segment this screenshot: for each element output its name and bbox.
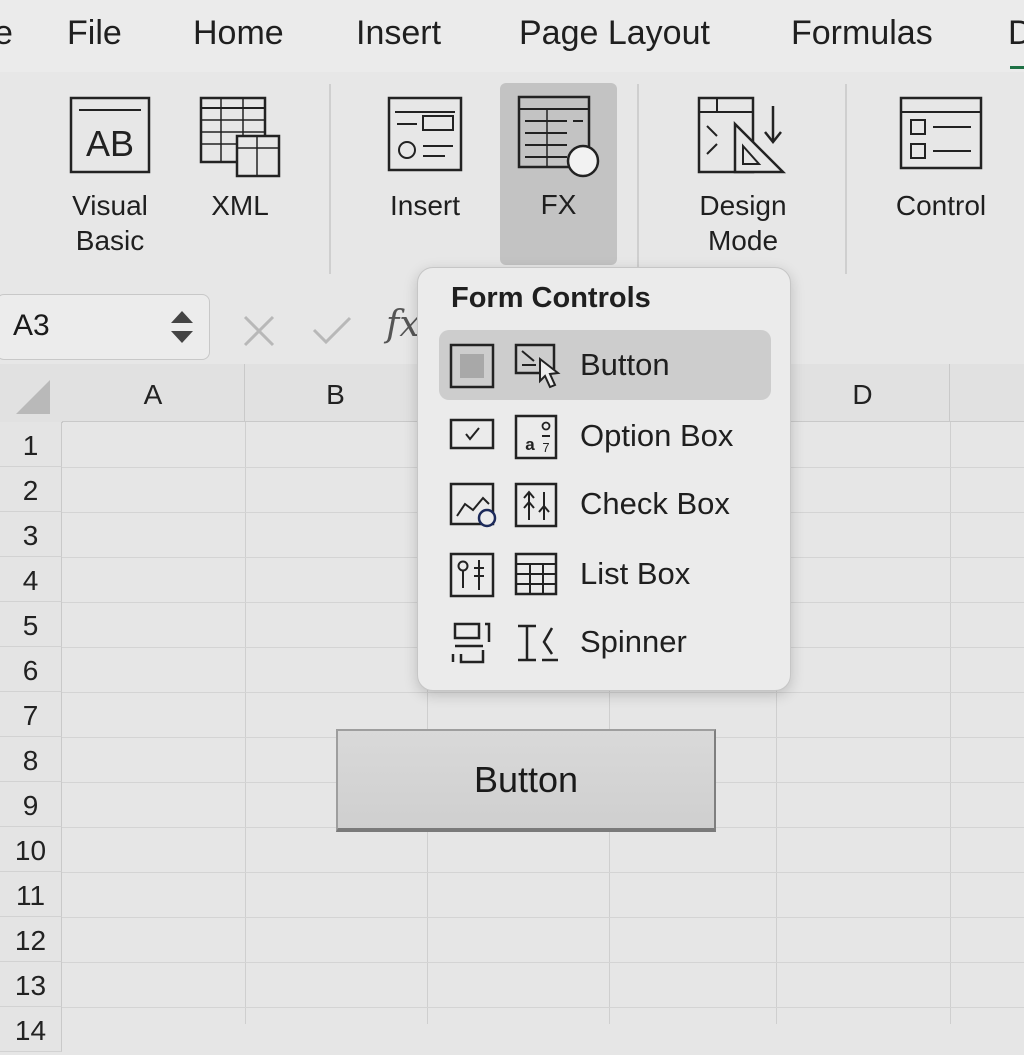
column-header-a[interactable]: A xyxy=(62,364,245,422)
tab-page-layout[interactable]: Page Layout xyxy=(519,14,710,53)
xml-button[interactable]: XML xyxy=(190,84,290,264)
up-down-arrows-icon[interactable] xyxy=(167,307,197,347)
row-header[interactable]: 11 xyxy=(0,872,62,917)
select-all-corner[interactable] xyxy=(0,364,63,423)
insert-controls-icon xyxy=(387,96,463,172)
cursor-select-icon xyxy=(514,343,561,389)
chart-circle-icon xyxy=(449,482,497,528)
visual-basic-button[interactable]: AB Visual Basic xyxy=(50,84,170,264)
ribbon-separator xyxy=(329,84,331,274)
grid-line xyxy=(62,962,1024,963)
slider-pins-icon xyxy=(449,552,495,598)
tab-formulas[interactable]: Formulas xyxy=(791,14,933,53)
ribbon: AB Visual Basic XML Insert FX Design Mod… xyxy=(0,72,1024,293)
menu-item-label: List Box xyxy=(580,556,691,591)
row-header[interactable]: 1 xyxy=(0,422,62,467)
table-grid-icon xyxy=(514,552,558,596)
control-button[interactable]: Control xyxy=(880,84,1002,264)
grid-line xyxy=(62,872,1024,873)
design-mode-icon xyxy=(697,96,787,174)
arrows-up-icon xyxy=(514,482,558,528)
row-header[interactable]: 6 xyxy=(0,647,62,692)
row-header[interactable]: 8 xyxy=(0,737,62,782)
frame-brackets-icon xyxy=(451,622,491,664)
column-header-d[interactable]: D xyxy=(776,364,950,422)
row-header[interactable]: 2 xyxy=(0,467,62,512)
menu-bar: e File Home Insert Page Layout Formulas … xyxy=(0,0,1024,72)
design-mode-label: Design Mode xyxy=(699,190,787,256)
menu-item-spinner[interactable]: Spinner xyxy=(439,607,771,677)
row-header[interactable]: 12 xyxy=(0,917,62,962)
tab-insert[interactable]: Insert xyxy=(356,14,441,53)
row-header[interactable]: 14 xyxy=(0,1007,62,1052)
menu-item-label: Check Box xyxy=(580,486,730,521)
menu-item-label: Button xyxy=(580,347,670,382)
option-figure-icon: a 7 xyxy=(514,414,558,460)
visual-basic-label: Visual Basic xyxy=(72,190,148,256)
text-bracket-icon xyxy=(518,624,558,662)
svg-text:AB: AB xyxy=(86,123,134,164)
xml-icon xyxy=(199,96,281,178)
row-header[interactable]: 5 xyxy=(0,602,62,647)
active-tab-indicator xyxy=(1010,66,1024,69)
grid-line xyxy=(62,917,1024,918)
menu-item-button[interactable]: Button xyxy=(439,330,771,400)
enter-check-icon[interactable] xyxy=(310,312,354,350)
row-header[interactable]: 13 xyxy=(0,962,62,1007)
fx-label: FX xyxy=(540,189,577,220)
insert-controls-button[interactable]: Insert xyxy=(370,84,480,264)
menu-item-check-box[interactable]: Check Box xyxy=(439,469,771,539)
cancel-icon[interactable] xyxy=(240,312,278,350)
svg-text:7: 7 xyxy=(542,440,549,455)
menu-item-label: Spinner xyxy=(580,624,687,659)
sheet-form-button[interactable]: Button xyxy=(336,729,716,832)
select-all-triangle-icon xyxy=(16,380,50,414)
insert-function-label[interactable]: fx xyxy=(386,304,420,345)
ribbon-separator xyxy=(637,84,639,274)
fx-button[interactable]: FX xyxy=(500,83,617,265)
row-header[interactable]: 10 xyxy=(0,827,62,872)
grid-line xyxy=(62,1007,1024,1008)
name-box[interactable]: A3 xyxy=(0,294,210,360)
xml-label: XML xyxy=(211,190,269,221)
tab-partial-left[interactable]: e xyxy=(0,14,13,53)
name-box-value: A3 xyxy=(13,309,50,342)
column-header-e[interactable] xyxy=(950,364,1024,422)
grid-line xyxy=(62,692,1024,693)
checkbox-check-icon xyxy=(449,418,495,450)
menu-item-option-box[interactable]: a 7 Option Box xyxy=(439,401,771,471)
tab-developer-partial[interactable]: D xyxy=(1008,14,1024,53)
menu-item-list-box[interactable]: List Box xyxy=(439,539,771,609)
fx-icon xyxy=(517,95,599,178)
dropdown-title: Form Controls xyxy=(451,282,651,314)
tab-file[interactable]: File xyxy=(67,14,122,53)
menu-item-label: Option Box xyxy=(580,418,734,453)
control-icon xyxy=(899,96,983,170)
ribbon-separator xyxy=(845,84,847,274)
svg-text:a: a xyxy=(525,435,535,454)
control-label: Control xyxy=(895,190,987,221)
tab-home[interactable]: Home xyxy=(193,14,284,53)
design-mode-button[interactable]: Design Mode xyxy=(680,84,806,264)
form-controls-dropdown: Form Controls Button a 7 Option Box Chec… xyxy=(417,267,791,691)
row-header[interactable]: 4 xyxy=(0,557,62,602)
square-stop-icon xyxy=(449,343,495,389)
column-header-b[interactable]: B xyxy=(245,364,427,422)
row-header[interactable]: 3 xyxy=(0,512,62,557)
row-header[interactable]: 9 xyxy=(0,782,62,827)
row-header[interactable]: 7 xyxy=(0,692,62,737)
insert-label: Insert xyxy=(389,190,461,221)
visual-basic-icon: AB xyxy=(69,96,151,174)
